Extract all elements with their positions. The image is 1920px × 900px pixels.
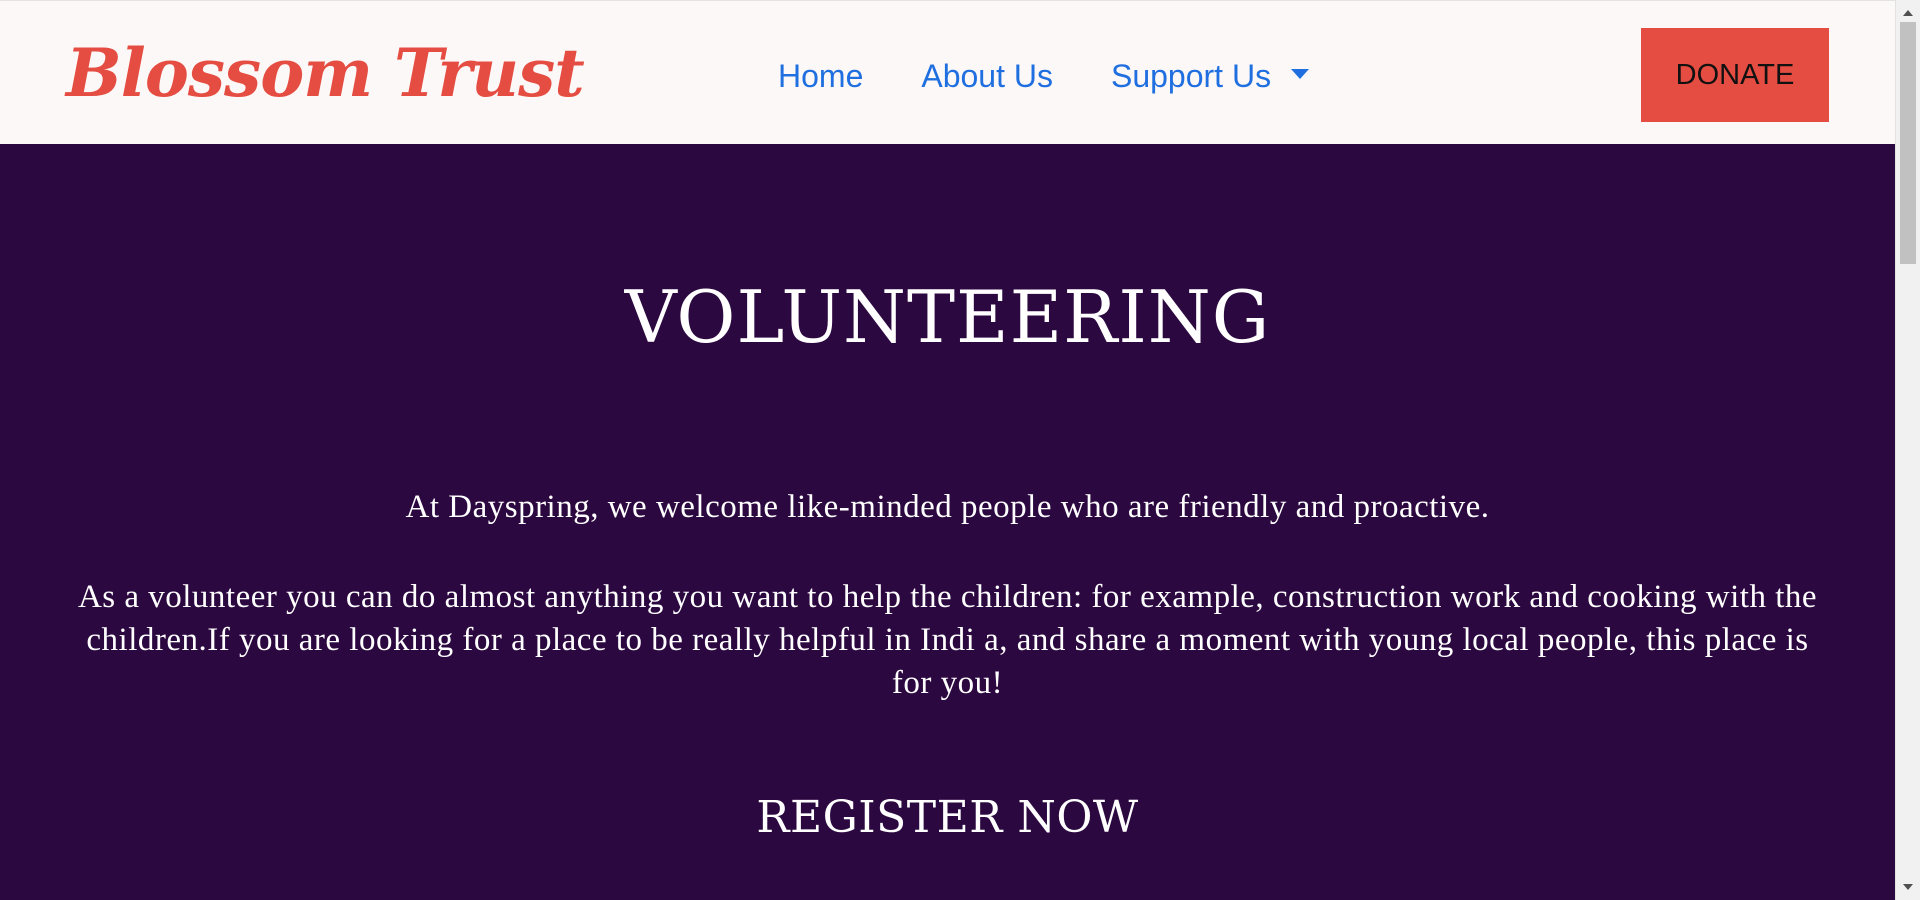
nav-link-about-us-label: About Us [921,58,1053,94]
nav-link-support-us-dropdown[interactable]: Support Us [1110,51,1310,101]
caret-down-icon [1291,69,1310,79]
navbar: Blossom Trust Home About Us Support Us D… [0,0,1895,144]
brand-logo[interactable]: Blossom Trust [66,31,585,115]
intro-paragraph: At Dayspring, we welcome like-minded peo… [405,489,1490,525]
page: Blossom Trust Home About Us Support Us D… [0,0,1920,900]
vertical-scrollbar[interactable] [1895,0,1920,900]
donate-button[interactable]: DONATE [1641,28,1829,122]
nav-link-home-label: Home [778,58,864,94]
volunteering-section: VOLUNTEERING At Dayspring, we welcome li… [0,144,1895,900]
scroll-up-arrow-icon[interactable] [1903,10,1913,16]
scroll-down-arrow-icon[interactable] [1903,884,1913,890]
register-now-link[interactable]: REGISTER NOW [0,790,1895,846]
nav-link-home[interactable]: Home [778,51,863,101]
scrollbar-thumb[interactable] [1900,22,1916,264]
nav-link-about-us[interactable]: About Us [921,51,1053,101]
nav-link-support-us-label: Support Us [1110,58,1272,94]
description-paragraph: As a volunteer you can do almost anythin… [77,579,1818,701]
page-title: VOLUNTEERING [624,275,1271,359]
main-area: Blossom Trust Home About Us Support Us D… [0,0,1895,900]
nav-links: Home About Us Support Us [778,51,1310,101]
